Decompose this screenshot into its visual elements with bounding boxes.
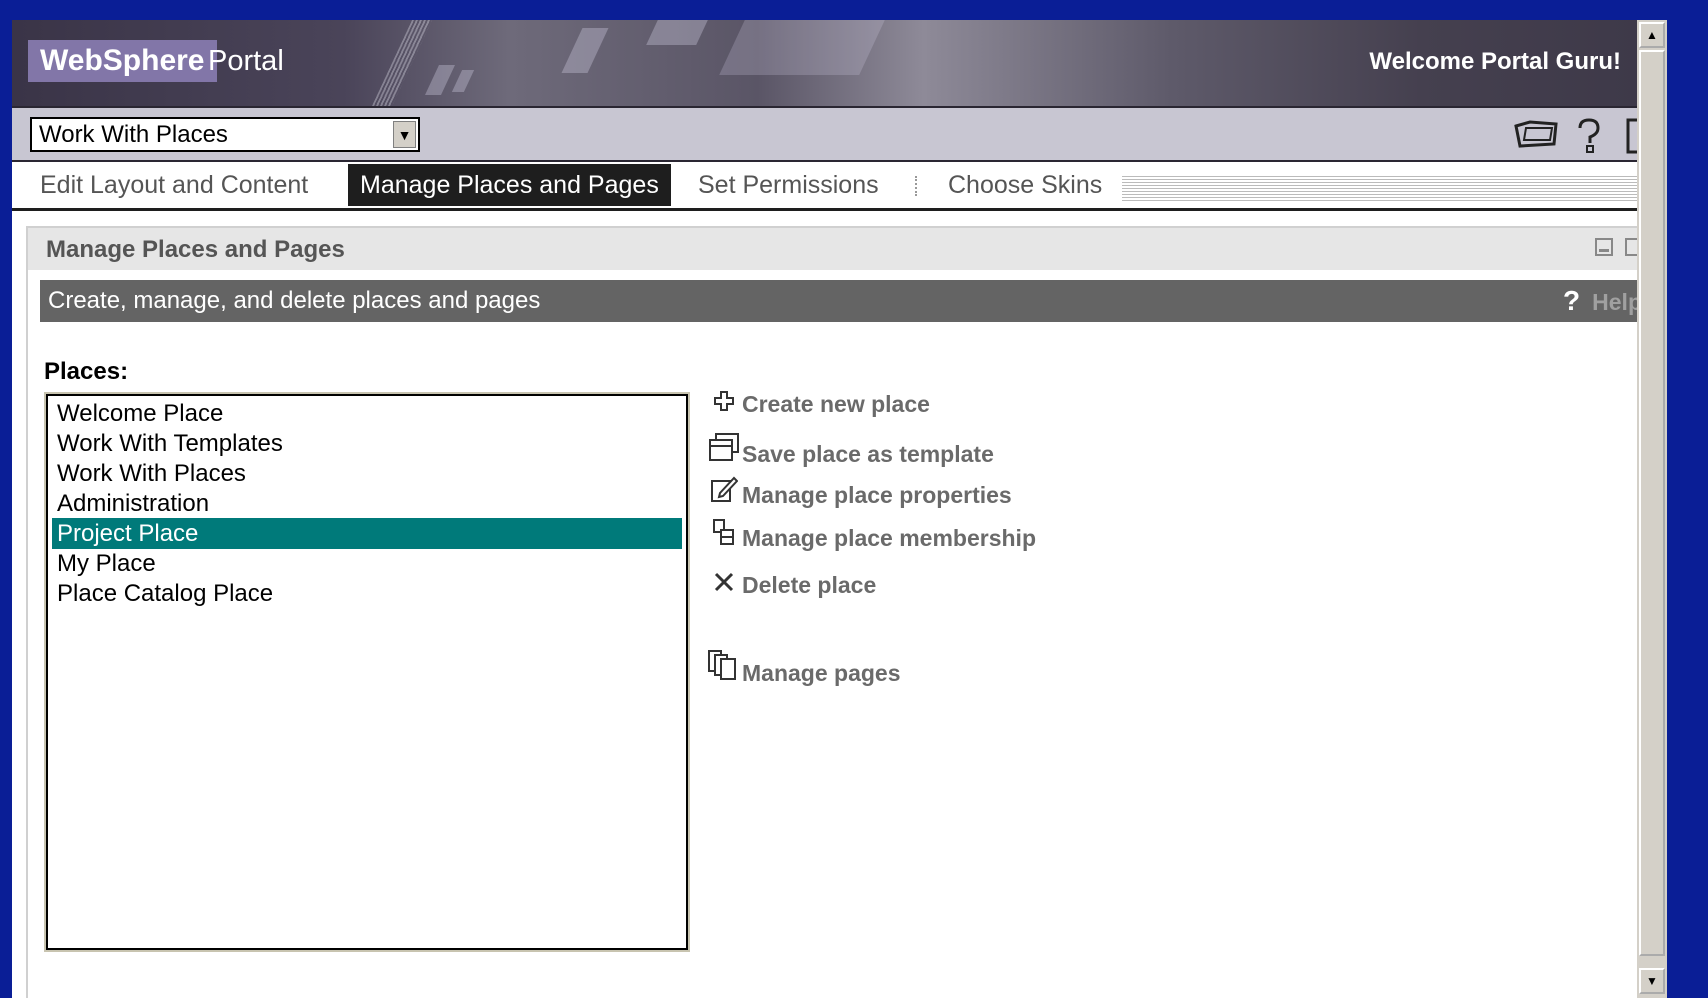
tab-manage-places[interactable]: Manage Places and Pages: [348, 164, 671, 206]
manage-place-properties-link[interactable]: Manage place properties: [706, 475, 1012, 511]
delete-icon: [706, 568, 742, 604]
help-question-icon: ?: [1563, 285, 1581, 316]
create-new-place-link[interactable]: Create new place: [706, 386, 930, 422]
membership-icon: [706, 518, 742, 557]
list-item-selected[interactable]: Project Place: [52, 518, 682, 549]
manage-properties-label: Manage place properties: [742, 482, 1012, 508]
browser-window: WebSphere Portal Welcome Portal Guru! Wo…: [12, 20, 1667, 998]
manage-pages-link[interactable]: Manage pages: [706, 649, 901, 686]
list-item[interactable]: Welcome Place: [52, 398, 682, 429]
scroll-up-icon[interactable]: ▲: [1639, 22, 1665, 48]
list-item[interactable]: Place Catalog Place: [52, 578, 682, 609]
plus-icon: [706, 387, 742, 423]
save-template-label: Save place as template: [742, 441, 994, 467]
delete-place-label: Delete place: [742, 572, 877, 598]
description-bar: Create, manage, and delete places and pa…: [40, 280, 1650, 322]
list-item[interactable]: My Place: [52, 548, 682, 579]
portlet-title-bar: Manage Places and Pages: [28, 228, 1659, 270]
place-select-value: Work With Places: [39, 121, 228, 148]
vertical-scrollbar[interactable]: ▲ ▼: [1637, 20, 1667, 998]
welcome-message: Welcome Portal Guru!: [1369, 48, 1621, 75]
scrollbar-thumb[interactable]: [1639, 50, 1665, 956]
portal-logo-text: Portal: [208, 45, 284, 77]
tab-bar-filler: [1122, 176, 1667, 202]
websphere-logo: WebSphere: [28, 40, 217, 82]
template-icon: [706, 432, 742, 473]
tab-edit-layout[interactable]: Edit Layout and Content: [28, 164, 320, 206]
portlet-description: Create, manage, and delete places and pa…: [48, 287, 541, 314]
minimize-icon[interactable]: [1595, 238, 1613, 256]
portal-banner: WebSphere Portal Welcome Portal Guru!: [12, 20, 1667, 108]
manage-pages-label: Manage pages: [742, 660, 901, 686]
pages-icon: [706, 649, 742, 692]
save-place-as-template-link[interactable]: Save place as template: [706, 432, 994, 468]
list-item[interactable]: Work With Templates: [52, 428, 682, 459]
manage-place-membership-link[interactable]: Manage place membership: [706, 518, 1036, 554]
help-label: Help: [1592, 289, 1642, 315]
help-icon[interactable]: [1574, 118, 1604, 162]
list-item[interactable]: Work With Places: [52, 458, 682, 489]
manage-membership-label: Manage place membership: [742, 525, 1036, 551]
create-new-place-label: Create new place: [742, 391, 930, 417]
tab-bar: Edit Layout and Content Manage Places an…: [12, 162, 1667, 211]
places-label: Places:: [44, 358, 129, 385]
delete-place-link[interactable]: Delete place: [706, 567, 876, 603]
places-listbox[interactable]: Welcome Place Work With Templates Work W…: [44, 392, 690, 952]
scroll-down-icon[interactable]: ▼: [1639, 968, 1665, 994]
tab-separator: [915, 176, 917, 196]
manage-places-portlet: Manage Places and Pages Create, manage, …: [26, 226, 1661, 998]
tab-choose-skins[interactable]: Choose Skins: [936, 164, 1114, 206]
portal-toolbar: Work With Places ▼: [12, 108, 1667, 162]
help-link[interactable]: ? Help: [1563, 280, 1642, 324]
new-place-icon[interactable]: [1510, 118, 1560, 160]
tab-set-permissions[interactable]: Set Permissions: [686, 164, 891, 206]
dropdown-arrow-icon[interactable]: ▼: [393, 121, 416, 148]
edit-icon: [706, 475, 742, 514]
place-select[interactable]: Work With Places ▼: [30, 117, 420, 152]
portlet-title: Manage Places and Pages: [46, 236, 345, 263]
list-item[interactable]: Administration: [52, 488, 682, 519]
